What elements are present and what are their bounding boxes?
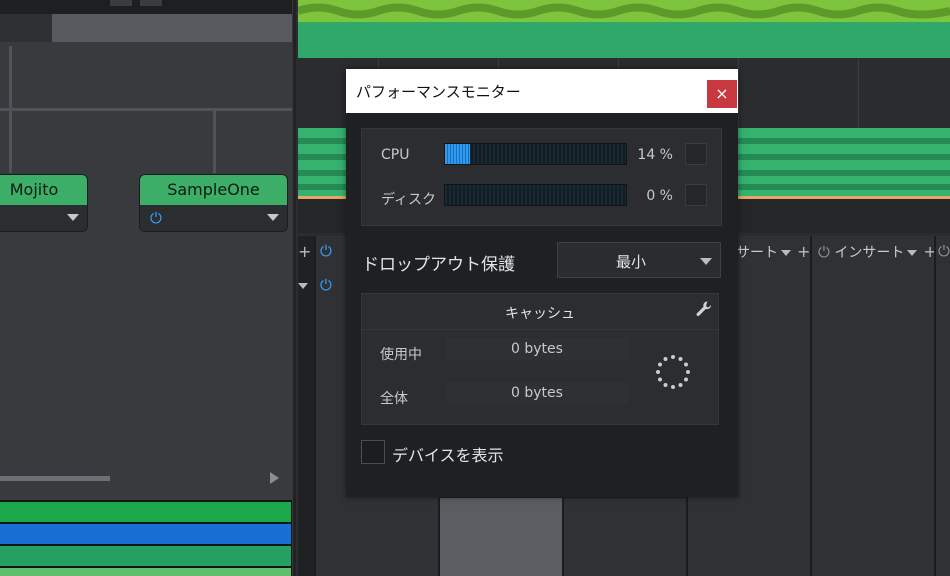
dialog-titlebar[interactable]: パフォーマンスモニター ×	[346, 69, 738, 113]
audio-track-waveform[interactable]	[298, 0, 950, 22]
mixer-channel[interactable]	[562, 498, 686, 576]
cache-in-use-value: 0 bytes	[446, 338, 628, 360]
dropout-protection-label: ドロップアウト保護	[362, 255, 515, 275]
power-icon[interactable]: ⏻	[320, 242, 332, 260]
wrench-icon[interactable]	[695, 300, 715, 320]
power-icon[interactable]: ⏻	[938, 242, 950, 260]
insert-label: サート	[736, 245, 778, 261]
cache-total-value: 0 bytes	[446, 382, 628, 404]
scroll-right-icon[interactable]	[270, 472, 279, 484]
power-icon[interactable]: ⏻	[818, 243, 830, 261]
chevron-down-icon	[700, 258, 712, 265]
instrument-node-mojito[interactable]: Mojito	[0, 174, 88, 232]
rack-header-strip	[52, 14, 292, 42]
load-meters: CPU 14 % ディスク 0 %	[361, 128, 722, 226]
performance-monitor-dialog: パフォーマンスモニター × CPU 14 % ディスク 0 % ドロップアウト保…	[346, 69, 738, 497]
disk-overload-indicator	[685, 184, 707, 206]
chevron-down-icon[interactable]	[267, 214, 279, 221]
chevron-down-icon[interactable]	[67, 214, 79, 221]
dropout-protection-select[interactable]: 最小	[557, 242, 721, 278]
track-color-bar	[0, 546, 291, 566]
rack-tab[interactable]	[0, 14, 52, 42]
show-devices-label[interactable]: デバイスを表示	[392, 442, 504, 466]
cpu-percent: 14 %	[637, 147, 673, 163]
cache-panel: キャッシュ 使用中 0 bytes 全体 0 bytes	[361, 293, 719, 425]
power-icon[interactable]: ⏻	[320, 276, 332, 294]
track-color-bar	[0, 524, 291, 544]
mixer-channel-selected[interactable]	[438, 498, 562, 576]
mixer-channel[interactable]: ⏻ インサート +	[810, 236, 937, 576]
cache-in-use-label: 使用中	[380, 347, 422, 363]
track-color-strips	[0, 500, 292, 576]
routing-line	[9, 46, 12, 108]
add-insert-icon[interactable]: +	[797, 242, 810, 261]
routing-line	[9, 111, 12, 173]
loading-spinner-icon	[656, 355, 690, 389]
close-icon: ×	[715, 84, 729, 103]
dialog-title: パフォーマンスモニター	[356, 83, 521, 101]
close-button[interactable]: ×	[707, 80, 737, 108]
instrument-name: SampleOne	[140, 175, 287, 205]
cpu-meter	[444, 143, 627, 165]
rack-top-bar	[0, 0, 292, 14]
track-color-bar	[0, 502, 291, 522]
instrument-name: Mojito	[0, 175, 87, 205]
horizontal-scrollbar[interactable]	[0, 476, 110, 481]
chevron-down-icon[interactable]	[781, 250, 791, 256]
power-icon[interactable]: ⏻	[150, 210, 166, 226]
chevron-down-icon[interactable]	[907, 250, 918, 256]
routing-line	[213, 111, 216, 173]
routing-line	[0, 108, 292, 111]
audio-track-clip[interactable]	[298, 22, 950, 58]
cache-header: キャッシュ	[362, 294, 718, 330]
chevron-down-icon[interactable]	[298, 283, 308, 289]
cache-title: キャッシュ	[505, 306, 575, 322]
cpu-label: CPU	[381, 147, 410, 163]
add-insert-icon[interactable]: +	[298, 242, 311, 261]
track-color-bar	[0, 568, 291, 576]
cpu-overload-indicator	[685, 143, 707, 165]
instrument-rack-panel: Mojito SampleOne ⏻	[0, 0, 296, 576]
insert-label: インサート	[834, 245, 905, 261]
dropout-protection-value: 最小	[615, 253, 646, 271]
disk-label: ディスク	[381, 192, 437, 208]
cache-total-label: 全体	[380, 391, 408, 407]
mixer-channel[interactable]: ⏻	[934, 236, 950, 576]
show-devices-checkbox[interactable]	[361, 440, 385, 464]
instrument-node-sampleone[interactable]: SampleOne ⏻	[139, 174, 288, 232]
disk-percent: 0 %	[646, 188, 673, 204]
disk-meter	[444, 184, 627, 206]
